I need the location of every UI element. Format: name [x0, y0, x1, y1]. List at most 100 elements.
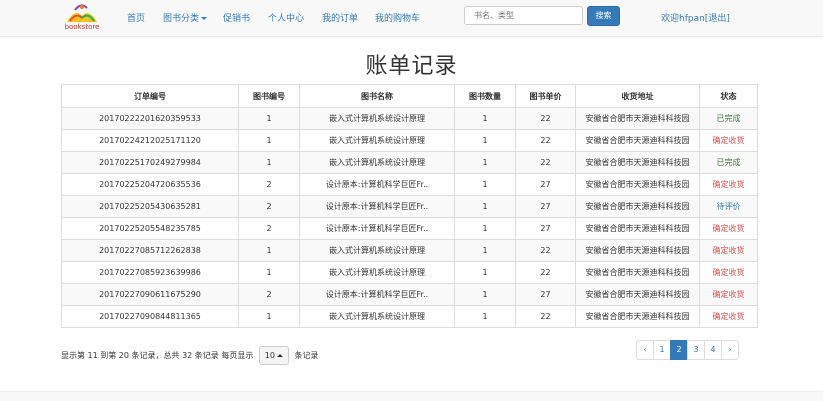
- nav-promo[interactable]: 促销书: [223, 11, 250, 24]
- book-name-cell: 嵌入式计算机系统设计原理: [299, 129, 455, 152]
- column-header-address[interactable]: 收货地址: [575, 84, 700, 108]
- book-name-cell: 嵌入式计算机系统设计原理: [299, 107, 455, 130]
- address-cell: 安徽省合肥市天源迪科科技园: [575, 283, 700, 306]
- order-id-cell: 20170225170249279984: [61, 151, 239, 174]
- unit-price-cell: 22: [515, 239, 576, 262]
- address-cell: 安徽省合肥市天源迪科科技园: [575, 195, 700, 218]
- unit-price-cell: 27: [515, 283, 576, 306]
- order-id-cell: 20170227085923639986: [61, 261, 239, 284]
- chevron-down-icon: [201, 17, 208, 20]
- book-id-cell: 2: [238, 283, 300, 306]
- page-button-4[interactable]: 4: [704, 340, 722, 360]
- page-button-1[interactable]: 1: [653, 340, 671, 360]
- unit-price-cell: 27: [515, 195, 576, 218]
- address-cell: 安徽省合肥市天源迪科科技园: [575, 305, 700, 328]
- table-row: 20170224212025171120 1 嵌入式计算机系统设计原理 1 22 安徽省合…: [61, 129, 758, 152]
- table-row: 20170227085923639986 1 嵌入式计算机系统设计原理 1 22 安徽省合…: [61, 261, 758, 284]
- column-header-order-id[interactable]: 订单编号: [61, 84, 239, 108]
- quantity-cell: 1: [454, 261, 516, 284]
- table-row: 20170225204720635536 2 设计原本:计算机科学巨匠Fr.. 1 27…: [61, 173, 758, 196]
- column-header-book-id[interactable]: 图书编号: [238, 84, 300, 108]
- status-cell[interactable]: 确定收货: [699, 283, 758, 306]
- nav-my-orders[interactable]: 我的订单: [322, 11, 358, 24]
- logo-text: bookstore: [64, 23, 100, 31]
- status-cell[interactable]: 确定收货: [699, 261, 758, 284]
- column-header-status[interactable]: 状态: [699, 84, 758, 108]
- book-name-cell: 嵌入式计算机系统设计原理: [299, 239, 455, 262]
- bill-table: 订单编号 图书编号 图书名称 图书数量 图书单价 收货地址 状态 2017022…: [61, 84, 758, 328]
- table-row: 20170227090611675290 2 设计原本:计算机科学巨匠Fr.. 1 27…: [61, 283, 758, 306]
- bookstore-logo[interactable]: bookstore: [61, 2, 103, 34]
- welcome-logout-link[interactable]: 欢迎hfpan[退出]: [661, 11, 730, 24]
- order-id-cell: 20170225205548235785: [61, 217, 239, 240]
- status-cell[interactable]: 确定收货: [699, 173, 758, 196]
- quantity-cell: 1: [454, 283, 516, 306]
- unit-price-cell: 22: [515, 305, 576, 328]
- order-id-cell: 20170222201620359533: [61, 107, 239, 130]
- table-header-row: 订单编号 图书编号 图书名称 图书数量 图书单价 收货地址 状态: [61, 84, 758, 108]
- unit-price-cell: 22: [515, 261, 576, 284]
- book-name-cell: 设计原本:计算机科学巨匠Fr..: [299, 173, 455, 196]
- book-name-cell: 设计原本:计算机科学巨匠Fr..: [299, 195, 455, 218]
- book-id-cell: 1: [238, 151, 300, 174]
- unit-price-cell: 22: [515, 129, 576, 152]
- order-id-cell: 20170227085712262838: [61, 239, 239, 262]
- table-row: 20170225205430635281 2 设计原本:计算机科学巨匠Fr.. 1 27…: [61, 195, 758, 218]
- quantity-cell: 1: [454, 107, 516, 130]
- pagination-info-suffix: 条记录: [294, 351, 319, 360]
- address-cell: 安徽省合肥市天源迪科科技园: [575, 239, 700, 262]
- status-cell[interactable]: 待评价: [699, 195, 758, 218]
- table-row: 20170222201620359533 1 嵌入式计算机系统设计原理 1 22 安徽省合…: [61, 107, 758, 130]
- quantity-cell: 1: [454, 305, 516, 328]
- top-navbar: bookstore 首页 图书分类 促销书 个人中心 我的订单 我的购物车 搜索…: [0, 0, 823, 37]
- quantity-cell: 1: [454, 173, 516, 196]
- quantity-cell: 1: [454, 195, 516, 218]
- status-cell[interactable]: 确定收货: [699, 305, 758, 328]
- table-row: 20170225170249279984 1 嵌入式计算机系统设计原理 1 22 安徽省合…: [61, 151, 758, 174]
- order-id-cell: 20170224212025171120: [61, 129, 239, 152]
- status-cell[interactable]: 确定收货: [699, 129, 758, 152]
- nav-my-cart[interactable]: 我的购物车: [375, 11, 420, 24]
- page-button-3[interactable]: 3: [687, 340, 705, 360]
- nav-category-label: 图书分类: [163, 14, 200, 24]
- address-cell: 安徽省合肥市天源迪科科技园: [575, 107, 700, 130]
- book-id-cell: 1: [238, 107, 300, 130]
- page-size-dropdown[interactable]: 10: [258, 346, 289, 365]
- pagination-info: 显示第 11 到第 20 条记录，总共 32 条记录 每页显示 10 条记录: [61, 346, 318, 365]
- book-id-cell: 1: [238, 239, 300, 262]
- next-page-button[interactable]: ›: [721, 340, 739, 360]
- page-size-value: 10: [264, 351, 275, 360]
- book-name-cell: 嵌入式计算机系统设计原理: [299, 305, 455, 328]
- book-id-cell: 2: [238, 195, 300, 218]
- table-row: 20170225205548235785 2 设计原本:计算机科学巨匠Fr.. 1 27…: [61, 217, 758, 240]
- nav-user-center[interactable]: 个人中心: [268, 11, 304, 24]
- column-header-book-name[interactable]: 图书名称: [299, 84, 455, 108]
- order-id-cell: 20170227090611675290: [61, 283, 239, 306]
- table-row: 20170227085712262838 1 嵌入式计算机系统设计原理 1 22 安徽省合…: [61, 239, 758, 262]
- address-cell: 安徽省合肥市天源迪科科技园: [575, 151, 700, 174]
- book-name-cell: 嵌入式计算机系统设计原理: [299, 261, 455, 284]
- status-cell[interactable]: 确定收货: [699, 217, 758, 240]
- prev-page-button[interactable]: ‹: [636, 340, 654, 360]
- nav-category-dropdown[interactable]: 图书分类: [163, 11, 208, 24]
- unit-price-cell: 27: [515, 217, 576, 240]
- column-header-quantity[interactable]: 图书数量: [454, 84, 516, 108]
- order-id-cell: 20170225204720635536: [61, 173, 239, 196]
- search-input[interactable]: [464, 6, 583, 25]
- order-id-cell: 20170227090844811365: [61, 305, 239, 328]
- address-cell: 安徽省合肥市天源迪科科技园: [575, 217, 700, 240]
- status-cell[interactable]: 已完成: [699, 151, 758, 174]
- unit-price-cell: 22: [515, 151, 576, 174]
- page-title: 账单记录: [365, 54, 458, 79]
- status-cell[interactable]: 已完成: [699, 107, 758, 130]
- quantity-cell: 1: [454, 151, 516, 174]
- search-button[interactable]: 搜索: [587, 6, 620, 26]
- nav-home[interactable]: 首页: [127, 11, 145, 24]
- book-id-cell: 1: [238, 129, 300, 152]
- status-cell[interactable]: 确定收货: [699, 239, 758, 262]
- caret-up-icon: [276, 354, 283, 357]
- page-button-2[interactable]: 2: [670, 340, 688, 360]
- book-name-cell: 设计原本:计算机科学巨匠Fr..: [299, 217, 455, 240]
- column-header-unit-price[interactable]: 图书单价: [515, 84, 576, 108]
- unit-price-cell: 22: [515, 107, 576, 130]
